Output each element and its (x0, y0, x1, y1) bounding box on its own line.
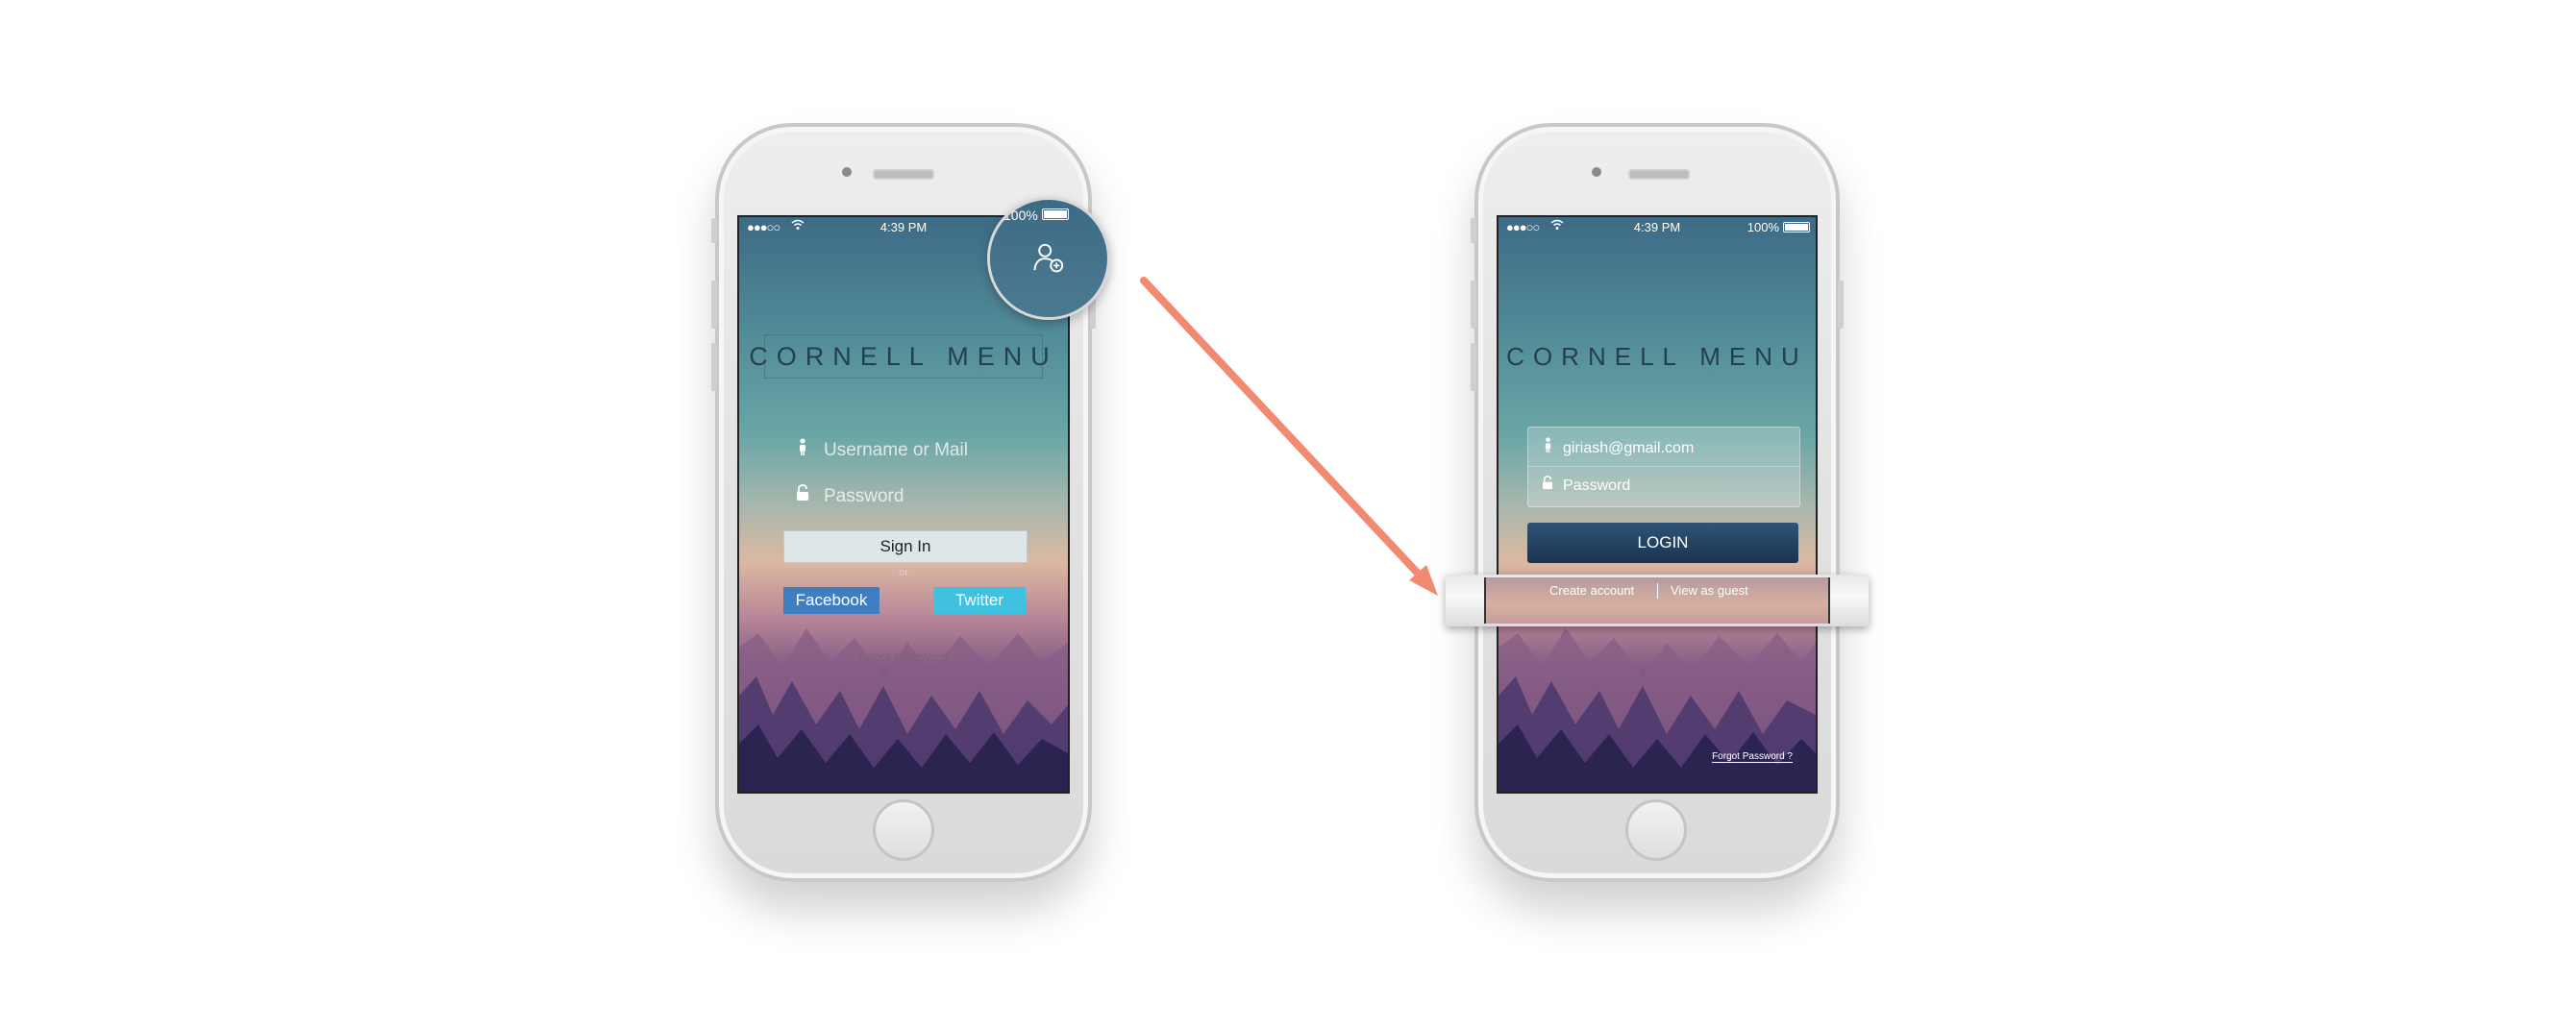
email-field[interactable]: giriash@gmail.com (1540, 437, 1694, 457)
status-bar: ●●●○○ 4:39 PM 100% (1499, 217, 1816, 236)
arrow-shaft (1140, 277, 1426, 582)
highlight-strip: Create account View as guest (1446, 575, 1869, 626)
lock-icon (1540, 476, 1555, 495)
password-placeholder: Password (1563, 478, 1631, 494)
front-camera (1592, 167, 1601, 177)
login-button[interactable]: LOGIN (1527, 523, 1798, 563)
right-phone-mockup: ●●●○○ 4:39 PM 100% CORNELL MENU giriash@… (1471, 123, 1844, 882)
power-button (1838, 281, 1844, 329)
highlight-strip-content: Create account View as guest (1484, 577, 1830, 624)
person-icon (1540, 437, 1555, 457)
create-account-link[interactable]: Create account (1549, 583, 1634, 598)
password-field[interactable]: Password (1540, 476, 1630, 495)
view-as-guest-link[interactable]: View as guest (1671, 583, 1748, 598)
transition-arrow (1140, 277, 1438, 596)
forgot-password-link[interactable]: Forgot Password ? (1712, 751, 1793, 763)
link-divider (1657, 583, 1658, 599)
battery-percent: 100% (1746, 220, 1779, 234)
home-button[interactable] (1625, 799, 1687, 861)
volume-down-button (1471, 343, 1476, 391)
volume-up-button (1471, 281, 1476, 329)
login-form-panel: giriash@gmail.com Password (1527, 427, 1800, 507)
right-screen: ●●●○○ 4:39 PM 100% CORNELL MENU giriash@… (1497, 215, 1818, 794)
mute-switch (1471, 218, 1476, 243)
earpiece-speaker (1628, 169, 1690, 180)
battery-icon (1783, 222, 1810, 233)
mountain-silhouette (1499, 628, 1816, 792)
field-separator (1528, 466, 1799, 467)
email-value: giriash@gmail.com (1563, 440, 1695, 456)
app-title: CORNELL MENU (1506, 342, 1808, 371)
